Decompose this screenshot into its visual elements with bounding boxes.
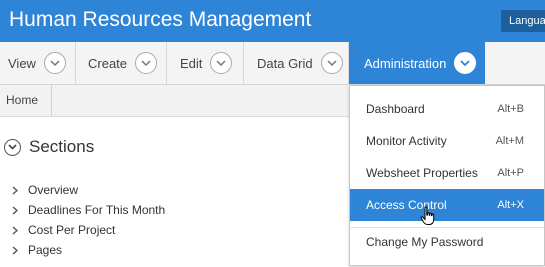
chevron-right-icon bbox=[10, 245, 20, 255]
tree-item-label: Pages bbox=[28, 243, 63, 257]
administration-dropdown: Dashboard Alt+B Monitor Activity Alt+M W… bbox=[349, 85, 545, 266]
menu-create-label: Create bbox=[88, 55, 128, 71]
menu-administration[interactable]: Administration bbox=[349, 42, 485, 84]
menu-view-label: View bbox=[8, 55, 36, 71]
chevron-down-icon[interactable] bbox=[135, 52, 158, 74]
sections-tree: Overview Deadlines For This Month Cost P… bbox=[10, 180, 165, 260]
chevron-down-icon[interactable] bbox=[43, 52, 66, 74]
chevron-down-icon[interactable] bbox=[454, 52, 477, 74]
sections-title: Sections bbox=[29, 137, 95, 156]
tree-item-label: Deadlines For This Month bbox=[28, 203, 166, 217]
menu-edit-label: Edit bbox=[180, 55, 203, 71]
shortcut-label: Alt+P bbox=[497, 167, 524, 179]
app-header: Human Resources Management Language bbox=[0, 0, 545, 42]
app-title: Human Resources Management bbox=[9, 8, 312, 31]
hand-pointer-icon bbox=[420, 206, 436, 231]
menu-create[interactable]: Create bbox=[76, 42, 167, 84]
menu-item-label: Websheet Properties bbox=[366, 166, 478, 180]
menu-bar: View Create Edit Data Grid Administratio… bbox=[0, 42, 545, 85]
menu-data-grid-label: Data Grid bbox=[257, 55, 313, 71]
shortcut-label: Alt+B bbox=[497, 103, 524, 115]
menu-data-grid[interactable]: Data Grid bbox=[244, 42, 349, 84]
menu-item-dashboard[interactable]: Dashboard Alt+B bbox=[350, 93, 544, 125]
menu-edit[interactable]: Edit bbox=[167, 42, 244, 84]
tree-item-label: Cost Per Project bbox=[28, 223, 116, 237]
chevron-right-icon bbox=[10, 185, 20, 195]
language-button[interactable]: Language bbox=[501, 10, 545, 32]
chevron-right-icon bbox=[10, 225, 20, 235]
menu-item-label: Change My Password bbox=[366, 235, 484, 249]
tree-item-label: Overview bbox=[28, 183, 79, 197]
tree-item-overview[interactable]: Overview bbox=[10, 180, 165, 200]
tree-item-cost-per-project[interactable]: Cost Per Project bbox=[10, 220, 165, 240]
menu-view[interactable]: View bbox=[0, 42, 76, 84]
menu-item-label: Dashboard bbox=[366, 102, 425, 116]
chevron-down-icon[interactable] bbox=[320, 52, 343, 74]
breadcrumb-home[interactable]: Home bbox=[0, 85, 52, 116]
shortcut-label: Alt+M bbox=[495, 135, 524, 147]
collapse-toggle-icon[interactable] bbox=[4, 138, 21, 156]
chevron-down-icon[interactable] bbox=[210, 52, 233, 74]
menu-administration-label: Administration bbox=[364, 55, 447, 71]
menu-item-change-password[interactable]: Change My Password bbox=[350, 226, 544, 258]
tree-item-deadlines[interactable]: Deadlines For This Month bbox=[10, 200, 165, 220]
menu-item-access-control[interactable]: Access Control Alt+X bbox=[350, 189, 544, 221]
menu-item-websheet-properties[interactable]: Websheet Properties Alt+P bbox=[350, 157, 544, 189]
sections-header: Sections bbox=[4, 137, 94, 157]
tree-item-pages[interactable]: Pages bbox=[10, 240, 165, 260]
menu-item-label: Monitor Activity bbox=[366, 134, 447, 148]
shortcut-label: Alt+X bbox=[497, 199, 524, 211]
chevron-right-icon bbox=[10, 205, 20, 215]
menu-item-monitor-activity[interactable]: Monitor Activity Alt+M bbox=[350, 125, 544, 157]
